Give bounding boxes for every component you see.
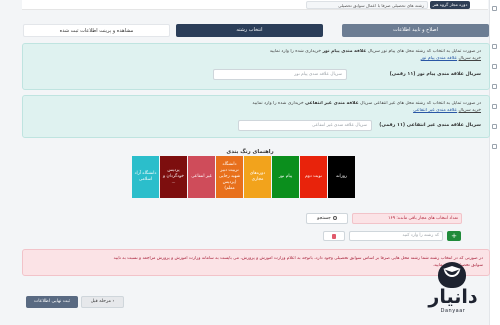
search-icon: [332, 215, 337, 220]
swatch-payam-noor: پیام نور: [272, 156, 299, 198]
previous-step-button[interactable]: ‹ مرحله قبل: [81, 296, 124, 308]
non-profit-buy-link[interactable]: علاقه مندی غیر انتفاعی: [413, 108, 457, 113]
add-code-button[interactable]: +: [447, 231, 461, 241]
buy-serial-text: خرید سریال: [458, 108, 481, 113]
step-view-print[interactable]: مشاهده و پرینت اطلاعات ثبت شده: [23, 24, 170, 37]
payam-noor-buy-line: خرید سریال علاقه مندی پیام نور: [31, 56, 481, 62]
buy-serial-text: خرید سریال: [458, 56, 481, 61]
sidebar-icon-4[interactable]: [492, 104, 497, 109]
logo-text: دانیار: [428, 286, 478, 308]
swatch-evening: نوبت دوم: [300, 156, 327, 198]
swatch-virtual: دوره‌های مجازی: [244, 156, 271, 198]
final-submit-button[interactable]: ثبت نهایی اطلاعات: [26, 296, 78, 308]
payam-noor-buy-link[interactable]: علاقه مندی پیام نور: [421, 56, 457, 61]
non-profit-buy-line: خرید سریال علاقه مندی غیر انتفاعی: [31, 108, 481, 114]
payam-noor-serial-input[interactable]: سریال علاقه مندی پیام نور: [213, 69, 347, 80]
swatch-self-governing: پردیس خودگردان و ...: [160, 156, 187, 198]
non-profit-instruction: در صورت تمایل به انتخاب کد رشته محل های …: [31, 101, 481, 107]
menu-icon[interactable]: [492, 6, 497, 11]
swatch-daily: روزانه: [328, 156, 355, 198]
color-guide-title: راهنمای رنگ بندی: [226, 149, 274, 155]
search-button-label: جستجو: [317, 216, 331, 221]
instruction-text-end: خریداری شده را وارد نمایید: [269, 49, 322, 54]
search-button[interactable]: جستجو: [306, 213, 348, 224]
non-profit-panel: در صورت تمایل به انتخاب کد رشته محل های …: [22, 95, 490, 138]
top-info-field: رشته های تحصیلی صرفا با اعمال سوابق تحصی…: [306, 1, 428, 9]
trash-icon: [332, 234, 336, 239]
graduation-cap-icon: [438, 262, 466, 288]
payam-noor-panel: در صورت تمایل به انتخاب کد رشته محل های …: [22, 43, 490, 90]
instruction-text-end: خریداری شده را وارد نمایید: [252, 101, 304, 106]
payam-noor-instruction: در صورت تمایل به انتخاب کد رشته محل های …: [31, 49, 481, 55]
swatch-non-profit: غیر انتفاعی: [188, 156, 215, 198]
code-entry-row: کد رشته را وارد کنید +: [323, 231, 463, 241]
sidebar-icon-2[interactable]: [492, 64, 497, 69]
wizard-steps: اصلاح و تایید اطلاعات انتخاب رشته مشاهده…: [22, 24, 490, 37]
instruction-bold: علاقه مندی غیر انتفاعی: [305, 101, 359, 106]
step-edit-confirm[interactable]: اصلاح و تایید اطلاعات: [342, 24, 489, 37]
previous-step-label: مرحله قبل: [90, 299, 112, 304]
payam-noor-serial-label: سریال علاقه مندی پیام نور (۱۱ رقمی): [389, 72, 481, 77]
remaining-choices-notice: تعداد انتخاب های مجاز باقی مانده: ۱۶۹: [352, 213, 462, 224]
instruction-text: در صورت تمایل به انتخاب کد رشته محل های …: [367, 49, 481, 54]
step-choose-field[interactable]: انتخاب رشته: [176, 24, 323, 37]
logo-subtext: Danyaar: [440, 308, 466, 314]
swatch-azad: دانشگاه آزاد اسلامی: [132, 156, 159, 198]
sidebar-icon-3[interactable]: [492, 84, 497, 89]
instruction-text: در صورت تمایل به انتخاب کد رشته محل های …: [360, 101, 481, 106]
top-bar: رشته های تحصیلی صرفا با اعمال سوابق تحصی…: [22, 0, 488, 10]
chevron-left-icon: ‹: [111, 299, 115, 304]
sidebar-icon-1[interactable]: [492, 44, 497, 49]
non-profit-serial-input[interactable]: سریال علاقه مندی غیر انتفاعی: [238, 120, 372, 131]
instruction-bold: علاقه مندی پیام نور: [322, 49, 367, 54]
top-info-chip: دوره مجاز گروه هنر: [430, 1, 470, 9]
sidebar-icon-5[interactable]: [492, 124, 497, 129]
field-code-input[interactable]: کد رشته را وارد کنید: [349, 231, 443, 241]
swatch-rajaee: دانشگاه تربیت دبیر شهید رجایی (پردیس معل…: [216, 156, 243, 198]
danyaar-logo: دانیار Danyaar: [414, 262, 492, 318]
color-guide: روزانه نوبت دوم پیام نور دوره‌های مجازی …: [132, 156, 355, 198]
non-profit-serial-label: سریال علاقه مندی غیر انتفاعی (۱۱ رقمی): [379, 123, 481, 128]
delete-button[interactable]: [323, 231, 345, 241]
